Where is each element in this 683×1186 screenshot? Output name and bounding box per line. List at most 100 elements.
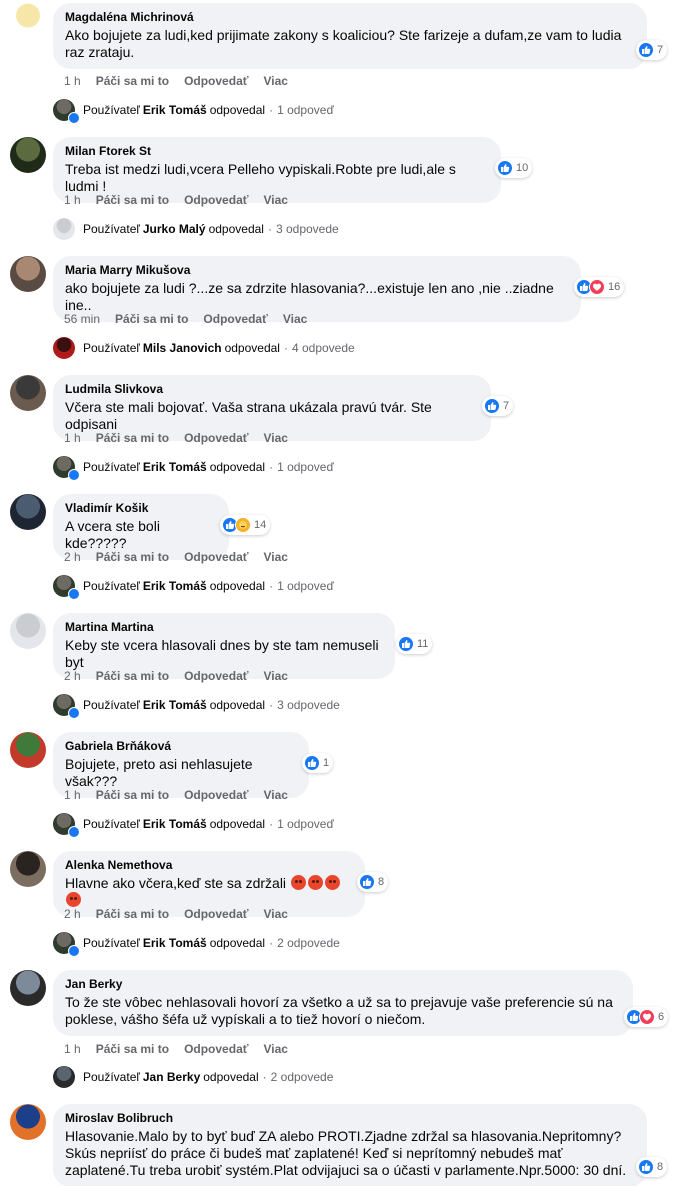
like-button[interactable]: Páči sa mi to [96,550,169,564]
comment-author[interactable]: Jan Berky [65,976,621,992]
verified-badge-icon [68,707,80,719]
comment-author[interactable]: Milan Ftorek St [65,143,489,159]
comment-timestamp[interactable]: 1 h [64,74,81,88]
love-reaction-icon [589,279,605,295]
reply-button[interactable]: Odpovedať [184,193,248,207]
commenter-avatar[interactable] [10,494,46,530]
commenter-avatar[interactable] [10,375,46,411]
comment-author[interactable]: Alenka Nemethova [65,857,353,873]
reply-button[interactable]: Odpovedať [184,550,248,564]
comment-bubble: Magdaléna Michrinová Ako bojujete za ludi… [53,3,647,69]
reply-preview[interactable]: Používateľ Jan Berky odpovedal · 2 odpovede [53,1066,333,1088]
comment-timestamp[interactable]: 1 h [64,788,81,802]
reply-preview[interactable]: Používateľ Erik Tomáš odpovedal · 1 odpoveď [53,575,334,600]
reaction-count: 14 [254,519,267,531]
comment-actions: 56 min Páči sa mi to Odpovedať Viac [64,312,322,326]
comment-author[interactable]: Magdaléna Michrinová [65,9,635,25]
reply-button[interactable]: Odpovedať [184,1042,248,1056]
reply-user: Jurko Malý [142,222,206,236]
comment-text: ako bojujete za ludi ?...ze sa zdrzite h… [65,280,554,313]
more-button[interactable]: Viac [264,193,288,207]
reply-button[interactable]: Odpovedať [184,907,248,921]
reaction-summary[interactable]: 14 [220,515,271,535]
reply-verb: odpovedal [209,698,266,712]
commenter-avatar[interactable] [10,3,46,39]
comment-timestamp[interactable]: 56 min [64,312,100,326]
verified-badge-icon [68,112,80,124]
comment-timestamp[interactable]: 2 h [64,550,81,564]
reply-preview[interactable]: Používateľ Erik Tomáš odpovedal · 2 odpovede [53,932,340,957]
reply-user: Jan Berky [142,1070,201,1084]
reaction-summary[interactable]: 10 [495,158,533,178]
comment-author[interactable]: Miroslav Bolibruch [65,1110,635,1126]
reply-preview[interactable]: Používateľ Erik Tomáš odpovedal · 1 odpoveď [53,456,334,481]
like-button[interactable]: Páči sa mi to [96,431,169,445]
like-button[interactable]: Páči sa mi to [96,907,169,921]
reply-preview[interactable]: Používateľ Jurko Malý odpovedal · 3 odpovede [53,218,339,240]
comment-timestamp[interactable]: 1 h [64,431,81,445]
reply-preview[interactable]: Používateľ Mils Janovich odpovedal · 4 odpov… [53,337,355,359]
reply-button[interactable]: Odpovedať [184,669,248,683]
like-reaction-icon [398,636,414,652]
comment-text: To že ste vôbec nehlasovali hovorí za vš… [65,994,613,1027]
more-button[interactable]: Viac [264,550,288,564]
more-button[interactable]: Viac [264,431,288,445]
like-button[interactable]: Páči sa mi to [96,788,169,802]
commenter-avatar[interactable] [10,613,46,649]
comment-bubble: Miroslav Bolibruch Hlasovanie.Malo by to … [53,1104,647,1186]
comment-author[interactable]: Martina Martina [65,619,383,635]
like-button[interactable]: Páči sa mi to [96,1042,169,1056]
reaction-count: 8 [657,1161,664,1173]
reaction-count: 8 [378,876,385,888]
more-button[interactable]: Viac [283,312,307,326]
commenter-avatar[interactable] [10,256,46,292]
comment-actions: 1 h Páči sa mi to Odpovedať Viac [64,788,303,802]
more-button[interactable]: Viac [264,907,288,921]
reaction-count: 7 [657,44,664,56]
reaction-summary[interactable]: 1 [302,753,334,773]
commenter-avatar[interactable] [10,137,46,173]
like-button[interactable]: Páči sa mi to [96,669,169,683]
like-button[interactable]: Páči sa mi to [96,74,169,88]
reply-button[interactable]: Odpovedať [184,788,248,802]
reply-button[interactable]: Odpovedať [184,74,248,88]
like-reaction-icon [304,755,320,771]
comment-timestamp[interactable]: 2 h [64,669,81,683]
reply-button[interactable]: Odpovedať [203,312,267,326]
comment-timestamp[interactable]: 1 h [64,193,81,207]
reply-preview[interactable]: Používateľ Erik Tomáš odpovedal · 1 odpoveď [53,99,334,124]
reaction-summary[interactable]: 6 [624,1007,669,1027]
reaction-summary[interactable]: 7 [636,40,668,60]
reply-button[interactable]: Odpovedať [184,431,248,445]
more-button[interactable]: Viac [264,669,288,683]
reply-prefix: Používateľ [83,1070,140,1084]
comment-author[interactable]: Gabriela Brňáková [65,738,297,754]
angry-emoji-icon [66,892,81,907]
reply-preview[interactable]: Používateľ Erik Tomáš odpovedal · 3 odpovede [53,694,340,719]
reply-avatar [53,932,80,957]
like-button[interactable]: Páči sa mi to [96,193,169,207]
commenter-avatar[interactable] [10,1104,46,1140]
commenter-avatar[interactable] [10,851,46,887]
reaction-summary[interactable]: 16 [574,277,625,297]
reaction-summary[interactable]: 8 [357,872,389,892]
reaction-summary[interactable]: 11 [396,634,433,654]
more-button[interactable]: Viac [264,1042,288,1056]
like-reaction-icon [497,160,513,176]
comment-author[interactable]: Vladimír Košik [65,500,217,516]
comment-author[interactable]: Maria Marry Mikušova [65,262,569,278]
reply-count: 1 odpoveď [277,817,334,831]
comment-timestamp[interactable]: 2 h [64,907,81,921]
commenter-avatar[interactable] [10,732,46,768]
comment-timestamp[interactable]: 1 h [64,1042,81,1056]
more-button[interactable]: Viac [264,74,288,88]
like-reaction-icon [484,398,500,414]
reaction-summary[interactable]: 8 [636,1157,668,1177]
reaction-summary[interactable]: 7 [482,396,514,416]
like-button[interactable]: Páči sa mi to [115,312,188,326]
reply-preview[interactable]: Používateľ Erik Tomáš odpovedal · 1 odpoveď [53,813,334,838]
commenter-avatar[interactable] [10,970,46,1006]
reply-count: 3 odpovede [277,698,340,712]
comment-author[interactable]: Ludmila Slivkova [65,381,479,397]
more-button[interactable]: Viac [264,788,288,802]
